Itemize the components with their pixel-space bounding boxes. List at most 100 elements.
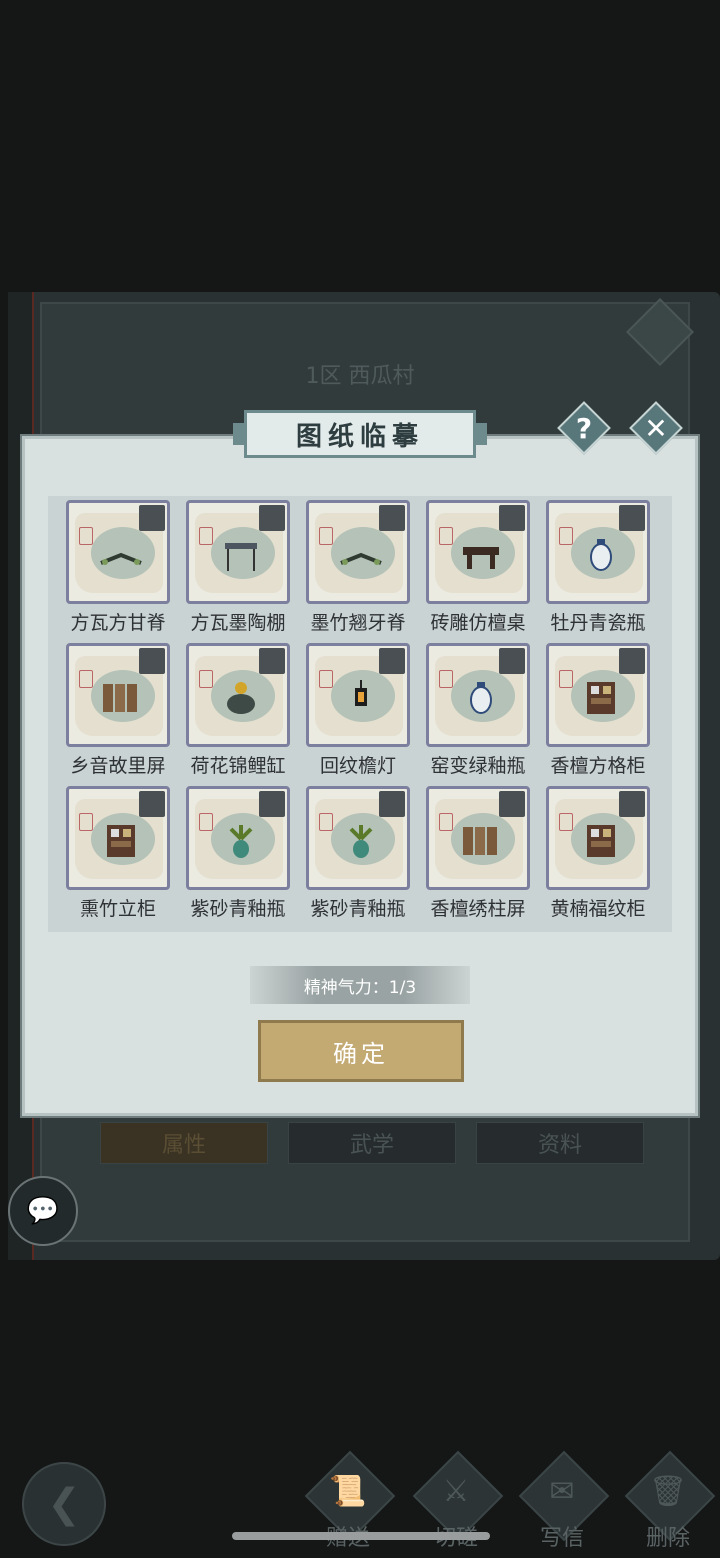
blueprint-thumbnail [306, 786, 410, 890]
seal-stamp [559, 813, 573, 831]
blueprint-item-label: 墨竹翘牙脊 [310, 612, 406, 634]
seal-stamp [319, 813, 333, 831]
ridge-tile-icon [339, 537, 383, 573]
lantern-icon [339, 680, 383, 716]
seal-stamp [319, 527, 333, 545]
blueprint-thumbnail [306, 643, 410, 747]
back-button[interactable]: ❮ [22, 1462, 106, 1546]
sword-icon: ⚔ [442, 1474, 470, 1509]
blueprint-thumbnail [186, 786, 290, 890]
blueprint-item-label: 方瓦方甘脊 [70, 612, 166, 634]
seal-stamp [79, 670, 93, 688]
blueprint-thumbnail [66, 786, 170, 890]
seal-stamp [199, 527, 213, 545]
blueprint-item-label: 乡音故里屏 [70, 755, 166, 777]
blueprint-item[interactable]: 荷花锦鲤缸 [186, 643, 290, 786]
select-checkbox[interactable] [259, 791, 285, 817]
blueprint-item-label: 熏竹立柜 [79, 898, 156, 920]
select-checkbox[interactable] [499, 505, 525, 531]
blueprint-item-label: 香檀方格柜 [550, 755, 646, 777]
blueprint-item-label: 香檀绣柱屏 [430, 898, 526, 920]
home-indicator[interactable] [232, 1532, 490, 1540]
blueprint-item-label: 砖雕仿檀桌 [430, 612, 526, 634]
chat-button[interactable]: 💬 [8, 1176, 78, 1246]
select-checkbox[interactable] [619, 791, 645, 817]
blueprint-item[interactable]: 香檀绣柱屏 [426, 786, 530, 929]
jar-icon [219, 680, 263, 716]
back-arrow-icon: ❮ [47, 1481, 81, 1527]
seal-stamp [319, 670, 333, 688]
blueprint-grid: 方瓦方甘脊 方瓦墨陶棚 墨竹翘牙脊 砖雕仿檀桌 牡丹青瓷瓶乡音故里屏 荷花锦鲤缸 回纹檐灯 窑… [48, 496, 672, 932]
tab-profile[interactable]: 资料 [476, 1122, 644, 1164]
scroll-icon: 📜 [329, 1474, 367, 1509]
blueprint-thumbnail [546, 500, 650, 604]
blueprint-thumbnail [186, 500, 290, 604]
blueprint-item[interactable]: 紫砂青釉瓶 [306, 786, 410, 929]
stamina-indicator: 精神气力：1/3 [250, 966, 470, 1004]
close-button[interactable]: ✕ [629, 401, 683, 455]
question-icon: ? [575, 411, 593, 445]
blueprint-item[interactable]: 乡音故里屏 [66, 643, 170, 786]
blueprint-item[interactable]: 熏竹立柜 [66, 786, 170, 929]
blueprint-item-label: 黄楠福纹柜 [550, 898, 646, 920]
blueprint-thumbnail [426, 500, 530, 604]
blueprint-item[interactable]: 方瓦墨陶棚 [186, 500, 290, 643]
blueprint-item[interactable]: 墨竹翘牙脊 [306, 500, 410, 643]
background-tabs: 属性 武学 资料 [100, 1122, 644, 1164]
canopy-icon [219, 537, 263, 573]
screen-icon [459, 823, 503, 859]
select-checkbox[interactable] [259, 505, 285, 531]
blueprint-item-label: 牡丹青瓷瓶 [550, 612, 646, 634]
seal-stamp [559, 670, 573, 688]
blueprint-thumbnail [546, 786, 650, 890]
select-checkbox[interactable] [139, 505, 165, 531]
seal-stamp [199, 813, 213, 831]
blueprint-thumbnail [306, 500, 410, 604]
blueprint-item-label: 窑变绿釉瓶 [430, 755, 526, 777]
blueprint-item[interactable]: 香檀方格柜 [546, 643, 650, 786]
blueprint-item-label: 回纹檐灯 [319, 755, 396, 777]
nav-delete[interactable]: 🗑 删除 [620, 1450, 716, 1554]
vase-icon [579, 537, 623, 573]
blueprint-item[interactable]: 方瓦方甘脊 [66, 500, 170, 643]
blueprint-thumbnail [66, 500, 170, 604]
plant-vase-icon [339, 823, 383, 859]
select-checkbox[interactable] [379, 791, 405, 817]
select-checkbox[interactable] [619, 648, 645, 674]
confirm-button[interactable]: 确定 [258, 1020, 464, 1082]
blueprint-item-label: 荷花锦鲤缸 [190, 755, 286, 777]
nav-letter[interactable]: ✉ 写信 [514, 1450, 610, 1554]
select-checkbox[interactable] [619, 505, 645, 531]
blueprint-item-label: 紫砂青釉瓶 [310, 898, 406, 920]
select-checkbox[interactable] [379, 648, 405, 674]
select-checkbox[interactable] [499, 648, 525, 674]
blueprint-item-label: 紫砂青釉瓶 [190, 898, 286, 920]
cabinet-icon [99, 823, 143, 859]
seal-stamp [79, 527, 93, 545]
screen-icon [99, 680, 143, 716]
cabinet-icon [579, 823, 623, 859]
blueprint-item[interactable]: 牡丹青瓷瓶 [546, 500, 650, 643]
blueprint-item[interactable]: 黄楠福纹柜 [546, 786, 650, 929]
select-checkbox[interactable] [259, 648, 285, 674]
seal-stamp [439, 527, 453, 545]
blueprint-item[interactable]: 窑变绿釉瓶 [426, 643, 530, 786]
select-checkbox[interactable] [139, 648, 165, 674]
help-button[interactable]: ? [557, 401, 611, 455]
blueprint-thumbnail [66, 643, 170, 747]
tab-attributes[interactable]: 属性 [100, 1122, 268, 1164]
seal-stamp [439, 670, 453, 688]
select-checkbox[interactable] [499, 791, 525, 817]
close-icon: ✕ [644, 411, 668, 445]
blueprint-item[interactable]: 回纹檐灯 [306, 643, 410, 786]
blueprint-item[interactable]: 砖雕仿檀桌 [426, 500, 530, 643]
tab-martial-arts[interactable]: 武学 [288, 1122, 456, 1164]
blueprint-thumbnail [426, 786, 530, 890]
blueprint-item[interactable]: 紫砂青釉瓶 [186, 786, 290, 929]
nav-delete-label: 删除 [645, 1526, 690, 1551]
select-checkbox[interactable] [379, 505, 405, 531]
plant-vase-icon [219, 823, 263, 859]
region-title: 1区 西瓜村 [305, 364, 415, 389]
select-checkbox[interactable] [139, 791, 165, 817]
nav-letter-label: 写信 [539, 1526, 584, 1551]
